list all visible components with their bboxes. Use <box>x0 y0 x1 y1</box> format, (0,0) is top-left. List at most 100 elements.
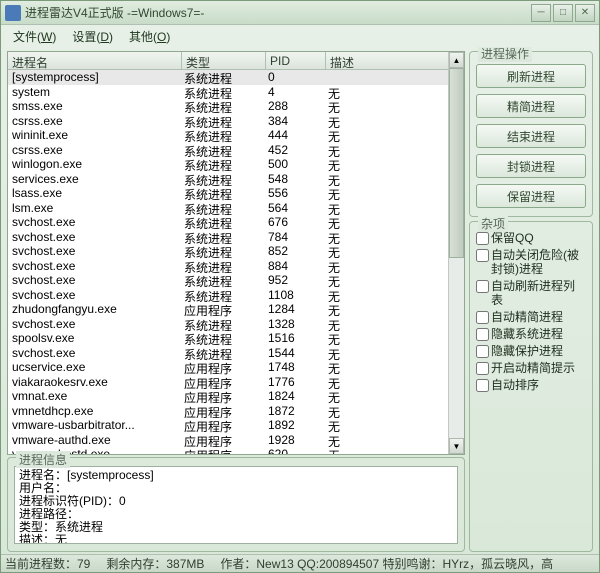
cell-name: svchost.exe <box>12 317 184 332</box>
cell-desc: 无 <box>328 375 460 390</box>
cell-desc: 无 <box>328 157 460 172</box>
list-header: 进程名 类型 PID 描述 <box>8 52 464 70</box>
table-row[interactable]: vmware-authd.exe应用程序1928无 <box>8 433 464 448</box>
table-row[interactable]: ucservice.exe应用程序1748无 <box>8 360 464 375</box>
cell-pid: 952 <box>268 273 328 288</box>
table-row[interactable]: svchost.exe系统进程884无 <box>8 259 464 274</box>
table-row[interactable]: [systemprocess]系统进程0 <box>8 70 464 85</box>
table-row[interactable]: vmware-usbarbitrator...应用程序1892无 <box>8 418 464 433</box>
table-row[interactable]: wininit.exe系统进程444无 <box>8 128 464 143</box>
table-row[interactable]: csrss.exe系统进程384无 <box>8 114 464 129</box>
cell-name: wininit.exe <box>12 128 184 143</box>
process-info-group: 进程信息 进程名：[systemprocess] 用户名： 进程标识符(PID)… <box>7 457 465 552</box>
menu-settings[interactable]: 设置(D) <box>66 26 119 47</box>
cell-desc: 无 <box>328 128 460 143</box>
chk-auto-close-danger-label: 自动关闭危险(被封锁)进程 <box>491 248 586 276</box>
ops-group-title: 进程操作 <box>478 47 532 62</box>
cell-name: svchost.exe <box>12 215 184 230</box>
cell-desc: 无 <box>328 331 460 346</box>
cell-type: 系统进程 <box>184 244 268 259</box>
scrollbar[interactable]: ▲ ▼ <box>448 52 464 454</box>
cell-type: 系统进程 <box>184 215 268 230</box>
table-row[interactable]: svchost.exe系统进程676无 <box>8 215 464 230</box>
table-row[interactable]: svchost.exe系统进程952无 <box>8 273 464 288</box>
chk-keep-qq[interactable] <box>476 232 489 245</box>
chk-hide-sys[interactable] <box>476 328 489 341</box>
table-row[interactable]: vmnat.exe应用程序1824无 <box>8 389 464 404</box>
table-row[interactable]: services.exe系统进程548无 <box>8 172 464 187</box>
table-row[interactable]: system系统进程4无 <box>8 85 464 100</box>
table-row[interactable]: zhudongfangyu.exe应用程序1284无 <box>8 302 464 317</box>
table-row[interactable]: spoolsv.exe系统进程1516无 <box>8 331 464 346</box>
cell-name: svchost.exe <box>12 259 184 274</box>
cell-desc <box>328 70 460 85</box>
chk-enable-fine[interactable] <box>476 362 489 375</box>
table-row[interactable]: vmware-hostd.exe应用程序620无 <box>8 447 464 454</box>
cell-type: 应用程序 <box>184 302 268 317</box>
table-row[interactable]: winlogon.exe系统进程500无 <box>8 157 464 172</box>
cell-pid: 884 <box>268 259 328 274</box>
cell-pid: 288 <box>268 99 328 114</box>
scroll-up-icon[interactable]: ▲ <box>449 52 464 68</box>
col-header-desc[interactable]: 描述 <box>326 52 464 69</box>
chk-hide-sys-label: 隐藏系统进程 <box>491 327 563 341</box>
chk-auto-trim[interactable] <box>476 311 489 324</box>
maximize-button[interactable]: □ <box>553 4 573 22</box>
block-button[interactable]: 封锁进程 <box>476 154 586 178</box>
table-row[interactable]: svchost.exe系统进程852无 <box>8 244 464 259</box>
chk-auto-refresh[interactable] <box>476 280 489 293</box>
process-list[interactable]: 进程名 类型 PID 描述 [systemprocess]系统进程0system… <box>7 51 465 455</box>
cell-name: vmware-authd.exe <box>12 433 184 448</box>
trim-button[interactable]: 精简进程 <box>476 94 586 118</box>
col-header-name[interactable]: 进程名 <box>8 52 182 69</box>
table-row[interactable]: svchost.exe系统进程784无 <box>8 230 464 245</box>
table-row[interactable]: svchost.exe系统进程1328无 <box>8 317 464 332</box>
cell-desc: 无 <box>328 418 460 433</box>
scroll-down-icon[interactable]: ▼ <box>449 438 464 454</box>
chk-auto-sort[interactable] <box>476 379 489 392</box>
cell-desc: 无 <box>328 114 460 129</box>
cell-pid: 548 <box>268 172 328 187</box>
menu-other[interactable]: 其他(O) <box>123 26 176 47</box>
cell-type: 应用程序 <box>184 447 268 454</box>
table-row[interactable]: svchost.exe系统进程1108无 <box>8 288 464 303</box>
chk-hide-protect[interactable] <box>476 345 489 358</box>
cell-type: 系统进程 <box>184 143 268 158</box>
table-row[interactable]: svchost.exe系统进程1544无 <box>8 346 464 361</box>
status-mem: 剩余内存：387MB <box>106 555 204 572</box>
menu-file[interactable]: 文件(W) <box>7 26 62 47</box>
process-info-content: 进程名：[systemprocess] 用户名： 进程标识符(PID)：0 进程… <box>14 466 458 544</box>
col-header-pid[interactable]: PID <box>266 52 326 69</box>
cell-name: lsass.exe <box>12 186 184 201</box>
table-row[interactable]: smss.exe系统进程288无 <box>8 99 464 114</box>
cell-type: 系统进程 <box>184 331 268 346</box>
status-author: 作者：New13 QQ:200894507 特别鸣谢：HYrz，孤云晓风，高 <box>220 555 553 572</box>
chk-auto-trim-label: 自动精简进程 <box>491 310 563 324</box>
app-icon <box>5 5 21 21</box>
cell-desc: 无 <box>328 288 460 303</box>
keep-button[interactable]: 保留进程 <box>476 184 586 208</box>
table-row[interactable]: lsass.exe系统进程556无 <box>8 186 464 201</box>
status-count: 当前进程数：79 <box>5 555 90 572</box>
titlebar: 进程雷达V4正式版 -=Windows7=- ─ □ ✕ <box>1 1 599 25</box>
cell-pid: 1776 <box>268 375 328 390</box>
cell-pid: 620 <box>268 447 328 454</box>
table-row[interactable]: vmnetdhcp.exe应用程序1872无 <box>8 404 464 419</box>
cell-name: spoolsv.exe <box>12 331 184 346</box>
cell-name: svchost.exe <box>12 288 184 303</box>
table-row[interactable]: lsm.exe系统进程564无 <box>8 201 464 216</box>
refresh-button[interactable]: 刷新进程 <box>476 64 586 88</box>
cell-desc: 无 <box>328 433 460 448</box>
cell-pid: 1108 <box>268 288 328 303</box>
cell-pid: 676 <box>268 215 328 230</box>
chk-auto-close-danger[interactable] <box>476 249 489 262</box>
table-row[interactable]: csrss.exe系统进程452无 <box>8 143 464 158</box>
menubar: 文件(W) 设置(D) 其他(O) <box>1 25 599 47</box>
table-row[interactable]: viakaraokesrv.exe应用程序1776无 <box>8 375 464 390</box>
minimize-button[interactable]: ─ <box>531 4 551 22</box>
scrollbar-thumb[interactable] <box>449 68 464 258</box>
col-header-type[interactable]: 类型 <box>182 52 266 69</box>
close-button[interactable]: ✕ <box>575 4 595 22</box>
end-button[interactable]: 结束进程 <box>476 124 586 148</box>
cell-name: lsm.exe <box>12 201 184 216</box>
